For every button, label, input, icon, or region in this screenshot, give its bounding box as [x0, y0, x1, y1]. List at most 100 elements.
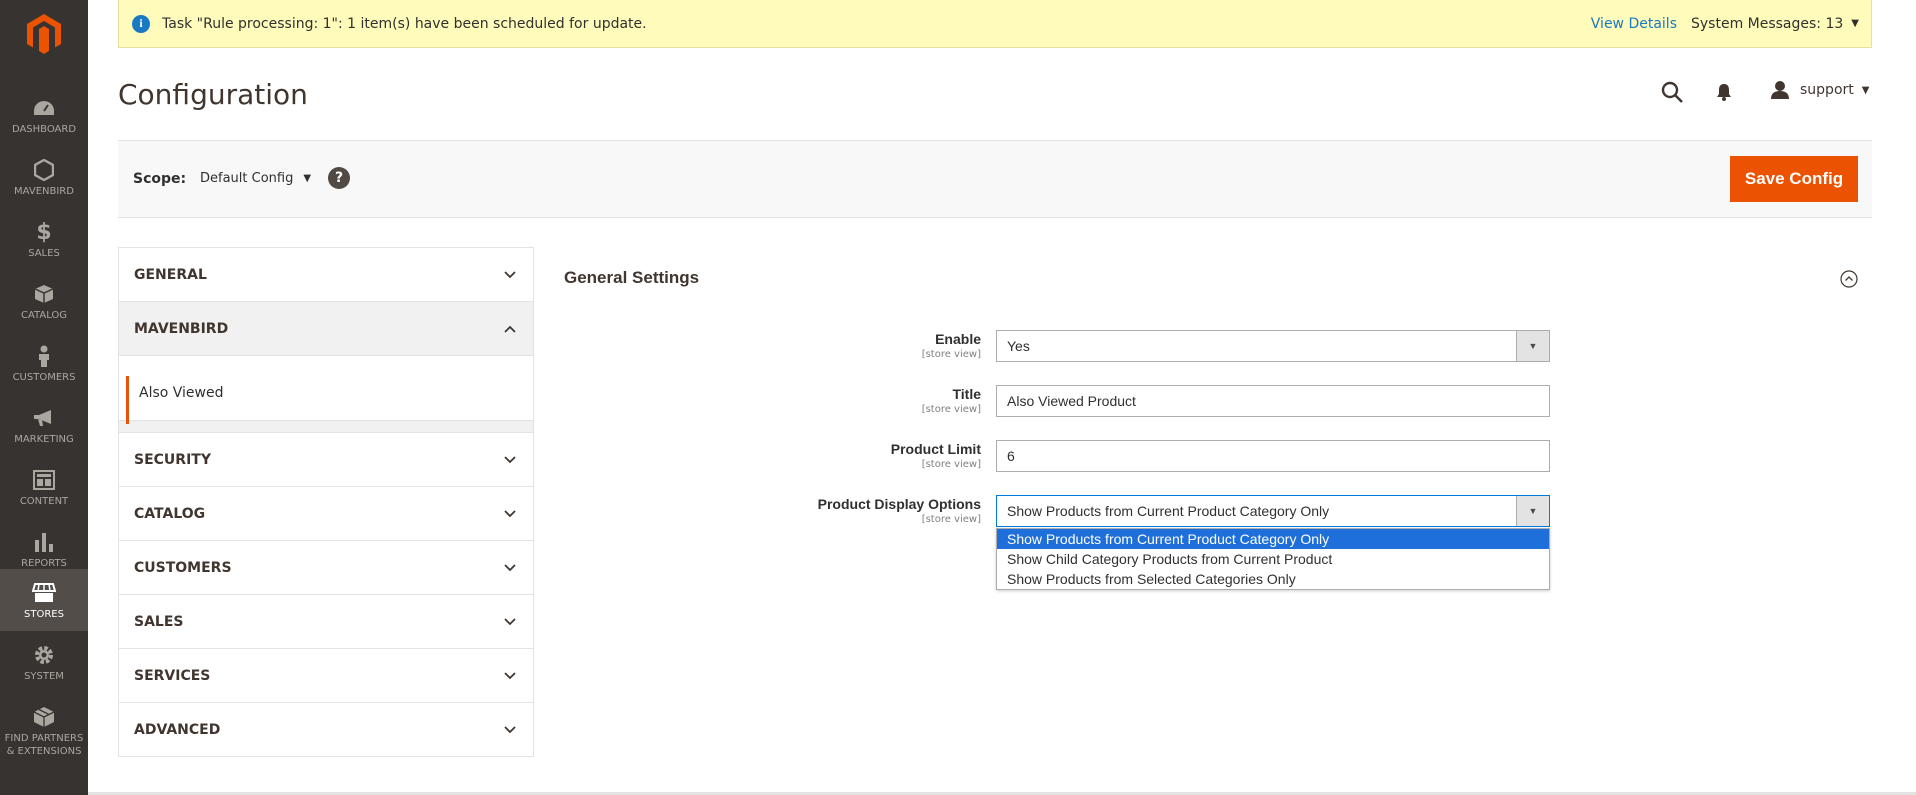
- bar-chart-icon: [32, 531, 56, 553]
- nav-label: SYSTEM: [24, 671, 64, 682]
- select-value: Show Products from Current Product Categ…: [1007, 503, 1330, 519]
- search-icon[interactable]: [1660, 80, 1684, 104]
- nav-label: MARKETING: [14, 434, 74, 445]
- tab-sales[interactable]: SALES: [119, 595, 533, 649]
- field-label-title: Title: [952, 386, 981, 402]
- nav-stores[interactable]: STORES: [0, 569, 88, 631]
- nav-mavenbird[interactable]: MAVENBIRD: [0, 146, 88, 208]
- tab-label: GENERAL: [134, 266, 207, 283]
- magento-logo-icon[interactable]: [27, 14, 61, 54]
- notice-message: Task "Rule processing: 1": 1 item(s) hav…: [162, 15, 647, 32]
- hexagon-icon: [32, 159, 56, 181]
- chevron-down-icon: ▼: [1516, 331, 1549, 361]
- save-config-button[interactable]: Save Config: [1730, 156, 1858, 202]
- nav-label: MAVENBIRD: [14, 186, 74, 197]
- nav-dashboard[interactable]: DASHBOARD: [0, 84, 88, 146]
- dropdown-option[interactable]: Show Products from Current Product Categ…: [997, 529, 1549, 549]
- page-title: Configuration: [118, 78, 308, 111]
- chevron-down-icon[interactable]: ▼: [1851, 18, 1859, 29]
- chevron-up-icon: [504, 325, 516, 333]
- title-input[interactable]: Also Viewed Product: [996, 385, 1550, 417]
- tab-label: MAVENBIRD: [134, 320, 229, 337]
- input-value: Also Viewed Product: [1007, 393, 1136, 409]
- field-scope: [store view]: [921, 514, 981, 525]
- user-name: support: [1800, 82, 1854, 98]
- tab-general[interactable]: GENERAL: [119, 248, 533, 302]
- chevron-down-icon: [504, 455, 516, 463]
- tab-label: SALES: [134, 613, 184, 630]
- info-icon: i: [132, 14, 150, 33]
- product-limit-input[interactable]: 6: [996, 440, 1550, 472]
- display-options-dropdown: Show Products from Current Product Categ…: [996, 528, 1550, 590]
- nav-catalog[interactable]: CATALOG: [0, 270, 88, 332]
- nav-sales[interactable]: $ SALES: [0, 208, 88, 270]
- admin-sidebar: DASHBOARD MAVENBIRD $ SALES CATALOG CUST…: [0, 0, 88, 795]
- nav-find-partners[interactable]: FIND PARTNERS & EXTENSIONS: [0, 693, 88, 783]
- user-menu[interactable]: support ▼: [1770, 80, 1869, 100]
- field-label-product-limit: Product Limit: [890, 441, 981, 457]
- nav-label: CUSTOMERS: [12, 372, 76, 383]
- chevron-down-icon: [504, 617, 516, 625]
- tab-mavenbird[interactable]: MAVENBIRD: [119, 302, 533, 356]
- field-scope: [store view]: [921, 349, 981, 360]
- help-icon[interactable]: ?: [328, 167, 350, 189]
- tab-label: ADVANCED: [134, 721, 221, 738]
- extensions-icon: [32, 706, 56, 728]
- nav-system[interactable]: SYSTEM: [0, 631, 88, 693]
- chevron-down-icon: [504, 725, 516, 733]
- tab-services[interactable]: SERVICES: [119, 649, 533, 703]
- tab-customers[interactable]: CUSTOMERS: [119, 541, 533, 595]
- chevron-down-icon: ▼: [303, 173, 312, 184]
- nav-label: CATALOG: [20, 310, 68, 321]
- dashboard-icon: [32, 97, 56, 119]
- nav-label: SALES: [28, 248, 60, 259]
- tab-advanced[interactable]: ADVANCED: [119, 703, 533, 757]
- layout-icon: [32, 469, 56, 491]
- chevron-down-icon: ▼: [1516, 496, 1549, 526]
- input-value: 6: [1007, 448, 1015, 464]
- chevron-down-icon: [504, 671, 516, 679]
- section-title[interactable]: General Settings: [564, 268, 699, 288]
- tab-security[interactable]: SECURITY: [119, 433, 533, 487]
- chevron-down-icon: ▼: [1861, 84, 1870, 96]
- tab-divider: [119, 356, 533, 366]
- tab-catalog[interactable]: CATALOG: [119, 487, 533, 541]
- nav-label: STORES: [24, 609, 64, 620]
- display-options-select[interactable]: Show Products from Current Product Categ…: [996, 495, 1550, 527]
- view-details-link[interactable]: View Details: [1591, 16, 1677, 32]
- config-tabs: GENERAL MAVENBIRD Also Viewed SECURITY C…: [118, 247, 534, 757]
- chevron-down-icon: [504, 509, 516, 517]
- nav-label: CONTENT: [19, 496, 69, 507]
- collapse-icon[interactable]: [1840, 270, 1858, 288]
- box-icon: [32, 283, 56, 305]
- gear-icon: [32, 644, 56, 666]
- scope-value: Default Config: [200, 171, 294, 186]
- system-messages-toggle[interactable]: System Messages: 13: [1691, 16, 1843, 32]
- dropdown-option[interactable]: Show Products from Selected Categories O…: [997, 569, 1549, 589]
- field-scope: [store view]: [921, 404, 981, 415]
- scope-switcher[interactable]: Default Config ▼: [200, 171, 311, 186]
- nav-content[interactable]: CONTENT: [0, 456, 88, 518]
- tab-label: CATALOG: [134, 505, 206, 522]
- dollar-icon: $: [36, 219, 52, 245]
- bell-icon[interactable]: [1714, 82, 1734, 102]
- enable-select[interactable]: Yes ▼: [996, 330, 1550, 362]
- tab-label: CUSTOMERS: [134, 559, 232, 576]
- field-label-display-options: Product Display Options: [817, 496, 981, 512]
- nav-customers[interactable]: CUSTOMERS: [0, 332, 88, 394]
- scope-bar: Scope: Default Config ▼ ? Save Config: [118, 140, 1872, 218]
- tab-label: SECURITY: [134, 451, 211, 468]
- dropdown-option[interactable]: Show Child Category Products from Curren…: [997, 549, 1549, 569]
- store-icon: [32, 582, 56, 604]
- subtab-also-viewed[interactable]: Also Viewed: [119, 366, 533, 424]
- tab-divider: [119, 421, 533, 433]
- chevron-down-icon: [504, 563, 516, 571]
- nav-label: FIND PARTNERS & EXTENSIONS: [4, 733, 84, 757]
- field-label-enable: Enable: [935, 331, 981, 347]
- megaphone-icon: [32, 407, 56, 429]
- user-icon: [1770, 80, 1790, 100]
- system-notice: i Task "Rule processing: 1": 1 item(s) h…: [118, 0, 1872, 48]
- nav-marketing[interactable]: MARKETING: [0, 394, 88, 456]
- select-value: Yes: [1007, 338, 1030, 354]
- nav-label: DASHBOARD: [11, 124, 77, 135]
